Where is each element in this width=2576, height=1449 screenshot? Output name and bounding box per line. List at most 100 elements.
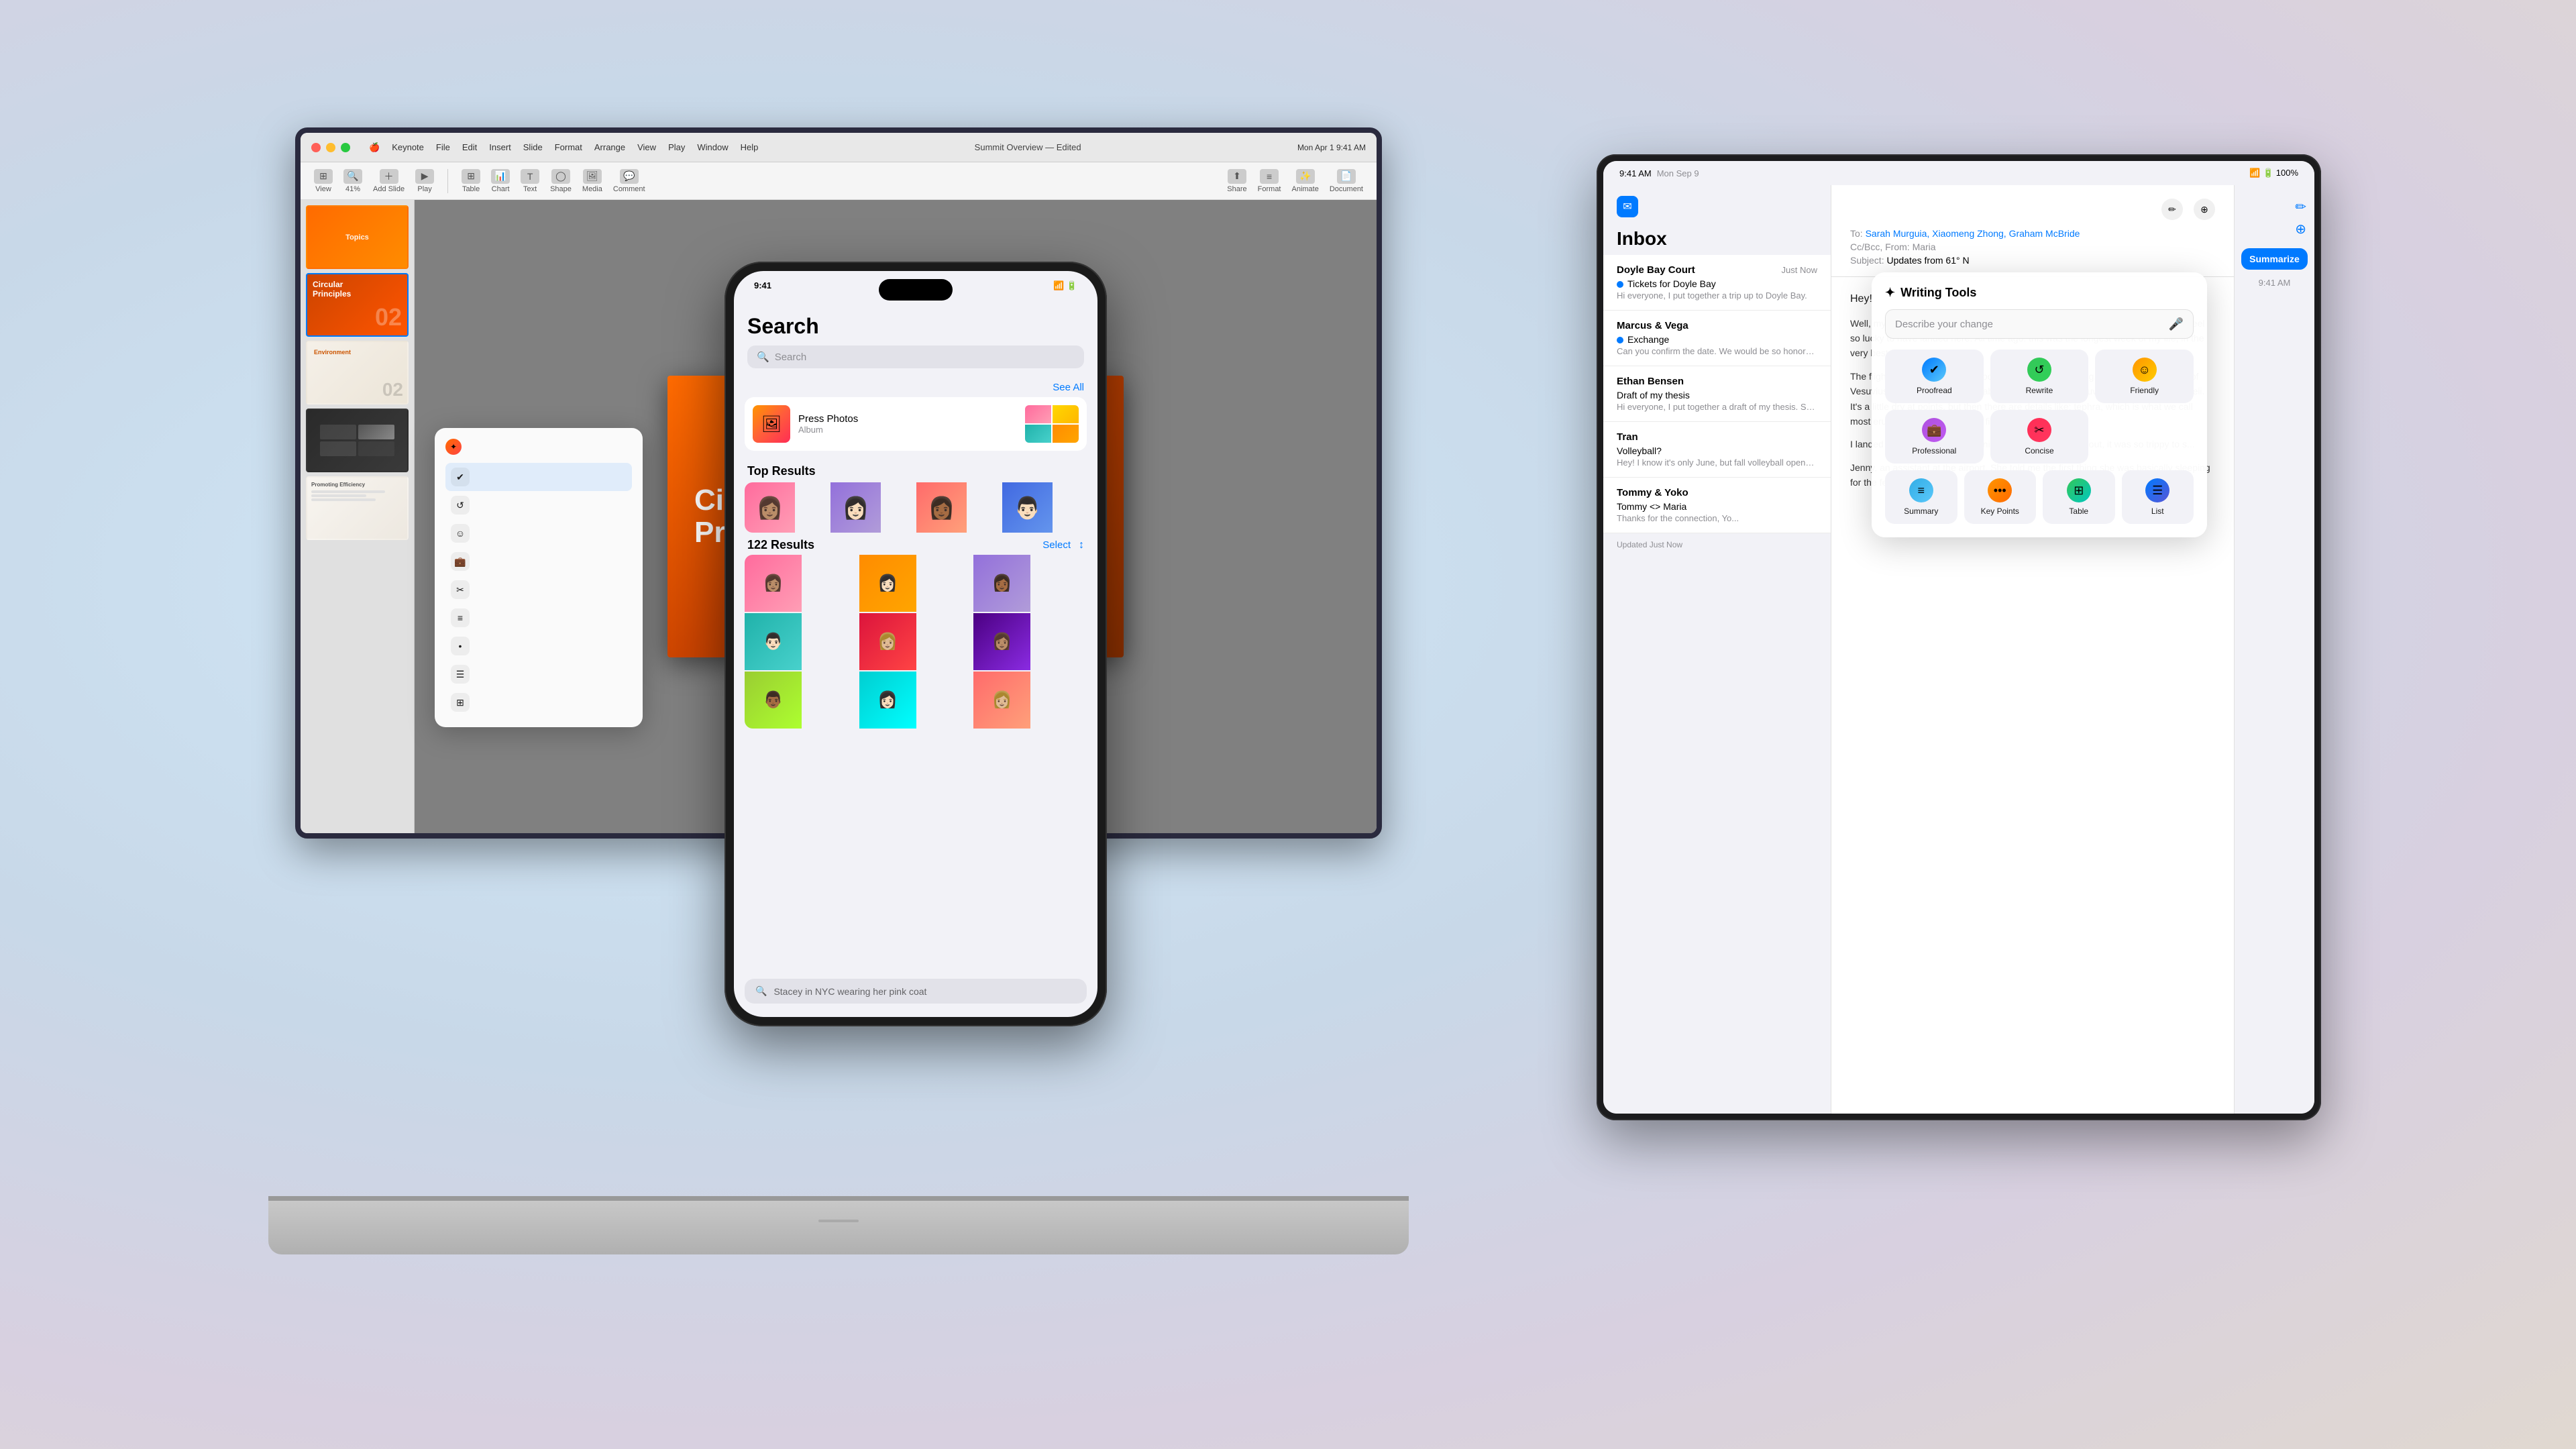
menu-format[interactable]: Format: [555, 142, 582, 153]
wt-summary[interactable]: ≡: [445, 604, 632, 632]
menu-file[interactable]: File: [436, 142, 450, 153]
photo-all-5[interactable]: 👩🏼: [859, 613, 916, 670]
slide-thumb-1[interactable]: Topics: [306, 205, 409, 269]
toolbar-table[interactable]: ⊞ Table: [462, 169, 480, 193]
slide-thumb-2[interactable]: 02 Circular Principles: [306, 273, 409, 337]
photo-all-8[interactable]: 👩🏻: [859, 672, 916, 729]
photo-all-9[interactable]: 👩🏼: [973, 672, 1030, 729]
photo-all-4[interactable]: 👨🏻: [745, 613, 802, 670]
macbook-body: [268, 1201, 1409, 1254]
slide-thumb-5[interactable]: Promoting Efficiency: [306, 476, 409, 540]
toolbar-chart[interactable]: 📊 Chart: [491, 169, 510, 193]
keynote-titlebar: 🍎 Keynote File Edit Insert Slide Format …: [301, 133, 1377, 162]
mail-item-0[interactable]: Doyle Bay Court Just Now Tickets for Doy…: [1603, 255, 1831, 311]
photo-all-3[interactable]: 👩🏾: [973, 555, 1030, 612]
wt-concise[interactable]: ✂: [445, 576, 632, 604]
toolbar-add-slide[interactable]: ＋ Add Slide: [373, 169, 405, 193]
toolbar-play[interactable]: ▶ Play: [415, 169, 434, 193]
toolbar-zoom[interactable]: 🔍 41%: [343, 169, 362, 193]
menu-slide[interactable]: Slide: [523, 142, 543, 153]
mail-item-2[interactable]: Ethan Bensen Draft of my thesis Hi every…: [1603, 366, 1831, 422]
iwt-friendly-btn[interactable]: ☺ Friendly: [2095, 350, 2194, 403]
slide-thumb-4[interactable]: [306, 409, 409, 472]
more-options-icon[interactable]: ⊕: [2194, 199, 2215, 220]
toolbar-animate[interactable]: ✨ Animate: [1292, 169, 1319, 193]
menu-play[interactable]: Play: [668, 142, 685, 153]
menu-insert[interactable]: Insert: [489, 142, 511, 153]
toolbar-text[interactable]: T Text: [521, 169, 539, 193]
press-photos-type: Album: [798, 425, 1017, 435]
summarize-button[interactable]: Summarize: [2241, 248, 2308, 270]
see-all-button[interactable]: See All: [1053, 382, 1084, 393]
email-to-row: To: Sarah Murguia, Xiaomeng Zhong, Graha…: [1850, 228, 2215, 239]
wt-professional[interactable]: 💼: [445, 547, 632, 576]
wt-proofread[interactable]: ✔: [445, 463, 632, 491]
mail-item-1[interactable]: Marcus & Vega Exchange Can you confirm t…: [1603, 311, 1831, 366]
wt-keypoints[interactable]: •: [445, 632, 632, 660]
slide-thumb-3[interactable]: Environment 02: [306, 341, 409, 405]
menu-arrange[interactable]: Arrange: [594, 142, 625, 153]
add-slide-icon: ＋: [380, 169, 398, 184]
wt-list[interactable]: ☰: [445, 660, 632, 688]
microphone-icon[interactable]: 🎤: [2169, 317, 2184, 331]
menu-help[interactable]: Help: [741, 142, 759, 153]
iwt-rewrite-icon: ↺: [2027, 358, 2051, 382]
menu-keynote[interactable]: Keynote: [392, 142, 424, 153]
wt-friendly[interactable]: ☺: [445, 519, 632, 547]
toolbar-format[interactable]: ≡ Format: [1258, 169, 1281, 193]
photos-see-all-row: See All: [734, 374, 1097, 397]
menu-edit[interactable]: Edit: [462, 142, 477, 153]
email-action-bar: ✏ ⊕: [1850, 199, 2215, 220]
close-button[interactable]: [311, 143, 321, 152]
compose-icon[interactable]: ✏: [2295, 199, 2306, 215]
iwt-keypoints-btn[interactable]: ••• Key Points: [1964, 470, 2037, 524]
edit-icon[interactable]: ✏: [2161, 199, 2183, 220]
view-icon: ⊞: [314, 169, 333, 184]
wt-rewrite[interactable]: ↺: [445, 491, 632, 519]
toolbar-shape[interactable]: ◯ Shape: [550, 169, 572, 193]
toolbar-document[interactable]: 📄 Document: [1330, 169, 1363, 193]
photo-cell-2[interactable]: 👩🏻: [830, 482, 881, 533]
iwt-rewrite-btn[interactable]: ↺ Rewrite: [1990, 350, 2089, 403]
menu-view[interactable]: View: [637, 142, 656, 153]
iwt-summary-icon: ≡: [1909, 478, 1933, 502]
iphone-bottom-search[interactable]: 🔍 Stacey in NYC wearing her pink coat: [745, 979, 1087, 1004]
fullscreen-button[interactable]: [341, 143, 350, 152]
photos-search-bar[interactable]: 🔍 Search: [747, 345, 1084, 368]
iwt-summary-btn[interactable]: ≡ Summary: [1885, 470, 1957, 524]
mail-updated: Updated Just Now: [1603, 533, 1831, 556]
menu-window[interactable]: Window: [697, 142, 728, 153]
minimize-button[interactable]: [326, 143, 335, 152]
photo-cell-4[interactable]: 👨🏻: [1002, 482, 1053, 533]
mail-item-4[interactable]: Tommy & Yoko Tommy <> Maria Thanks for t…: [1603, 478, 1831, 533]
press-photos-card[interactable]: 🖼 Press Photos Album: [745, 397, 1087, 451]
more-icon[interactable]: ⊕: [2295, 221, 2306, 237]
iwt-table-btn[interactable]: ⊞ Table: [2043, 470, 2115, 524]
unread-indicator-1: [1617, 337, 1623, 343]
photo-all-7[interactable]: 👨🏾: [745, 672, 802, 729]
ipad-right-bar: ✏ ⊕ Summarize 9:41 AM: [2234, 185, 2314, 1114]
iwt-concise-btn[interactable]: ✂ Concise: [1990, 410, 2089, 464]
toolbar-view[interactable]: ⊞ View: [314, 169, 333, 193]
unread-indicator-0: [1617, 281, 1623, 288]
photo-all-6[interactable]: 👩🏽: [973, 613, 1030, 670]
photo-all-2[interactable]: 👩🏻: [859, 555, 916, 612]
photo-cell-3[interactable]: 👩🏾: [916, 482, 967, 533]
select-button[interactable]: Select: [1042, 539, 1071, 551]
photo-cell-1[interactable]: 👩🏽: [745, 482, 795, 533]
email-to-recipients[interactable]: Sarah Murguia, Xiaomeng Zhong, Graham Mc…: [1866, 228, 2080, 239]
iwt-proofread-btn[interactable]: ✔ Proofread: [1885, 350, 1984, 403]
iwt-input[interactable]: Describe your change 🎤: [1885, 309, 2194, 339]
toolbar-share[interactable]: ⬆ Share: [1227, 169, 1246, 193]
sort-icon[interactable]: ↕: [1079, 539, 1084, 551]
toolbar-comment[interactable]: 💬 Comment: [613, 169, 645, 193]
mail-subject-1: Exchange: [1627, 334, 1669, 345]
wt-table[interactable]: ⊞: [445, 688, 632, 716]
toolbar-media[interactable]: 🖼 Media: [582, 169, 602, 193]
menu-apple[interactable]: 🍎: [369, 142, 380, 153]
iwt-professional-btn[interactable]: 💼 Professional: [1885, 410, 1984, 464]
photos-search-title: Search: [747, 314, 1084, 339]
photo-all-1[interactable]: 👩🏽: [745, 555, 802, 612]
iwt-list-btn[interactable]: ☰ List: [2122, 470, 2194, 524]
mail-item-3[interactable]: Tran Volleyball? Hey! I know it's only J…: [1603, 422, 1831, 478]
